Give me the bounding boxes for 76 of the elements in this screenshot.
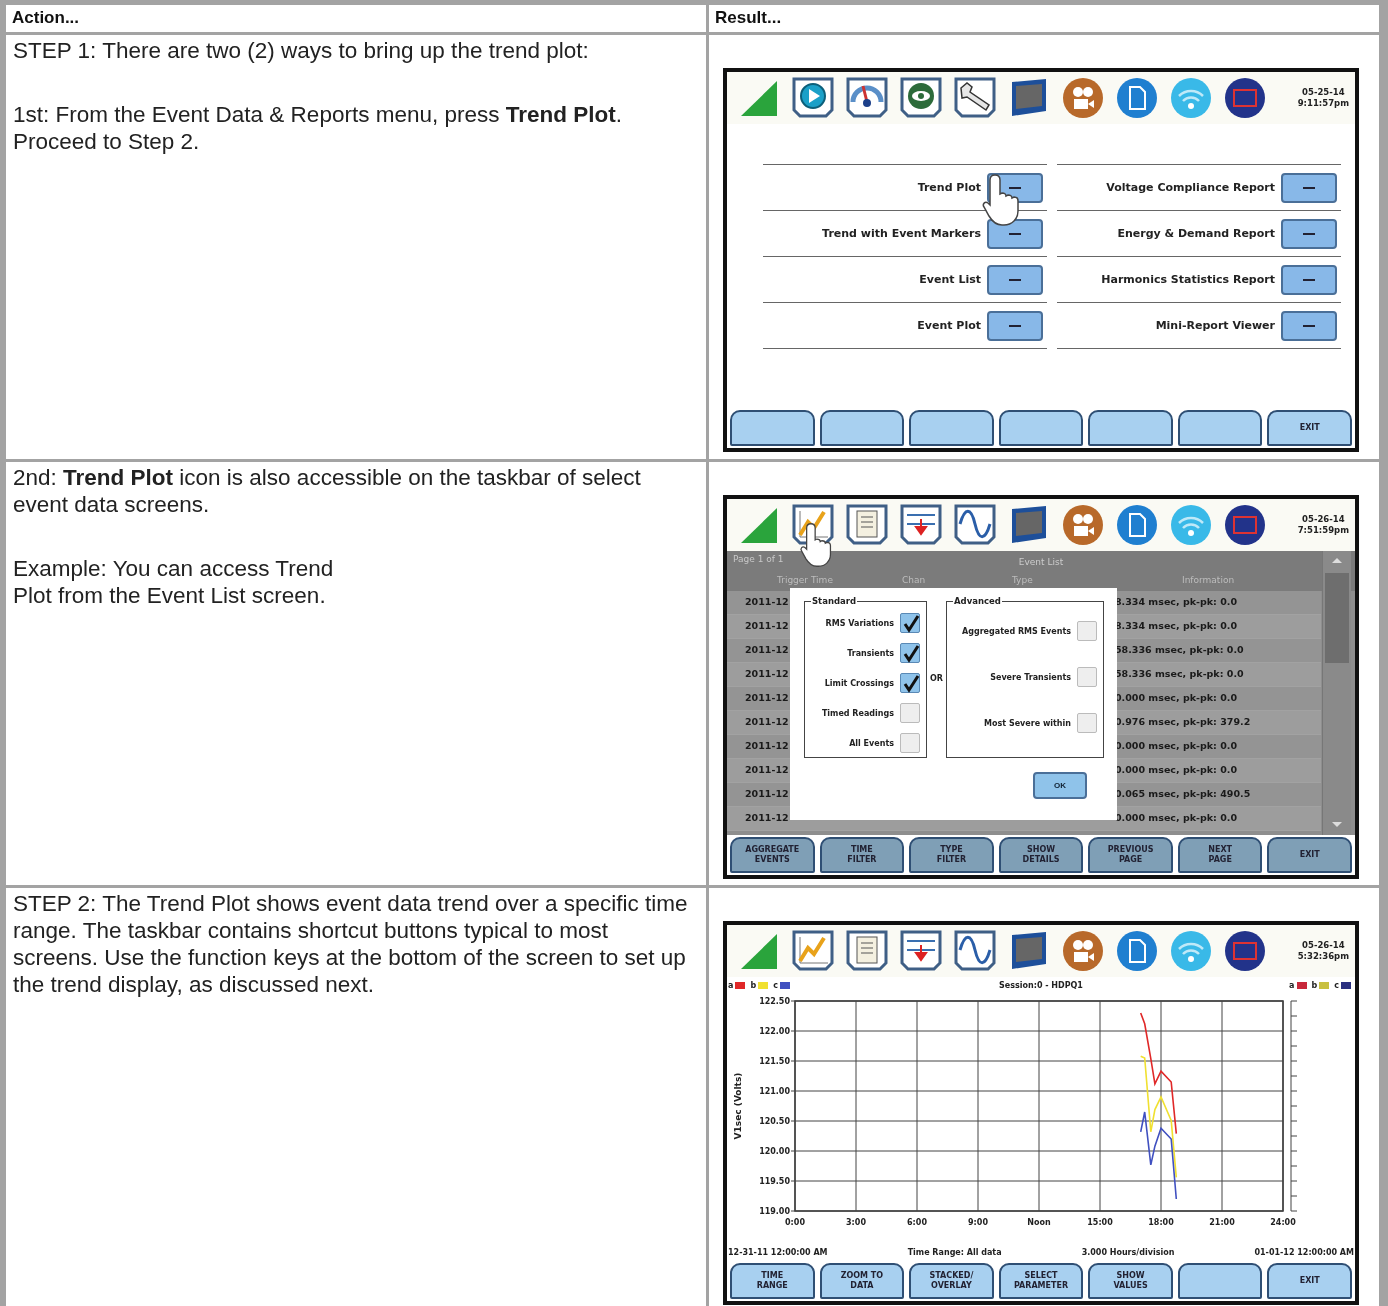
x-tick-label: 9:00: [968, 1218, 988, 1227]
option-label: Severe Transients: [990, 672, 1071, 682]
range-info: 12-31-11 12:00:00 AM: [728, 1247, 828, 1257]
legend-label: b: [750, 980, 757, 990]
trigger-time: 2011-12: [745, 740, 789, 751]
group-title: Standard: [811, 596, 858, 606]
menu-label: Trend Plot: [917, 181, 981, 194]
trigger-time: 2011-12: [745, 620, 789, 631]
trigger-time: 2011-12: [745, 764, 789, 775]
x-tick-label: 3:00: [846, 1218, 866, 1227]
x-tick-label: 6:00: [907, 1218, 927, 1227]
legend-label: c: [773, 980, 778, 990]
menu-label: Event List: [919, 273, 981, 286]
instruction-text: STEP 1: There are two (2) ways to bring up the trend plot:: [13, 37, 590, 64]
instruction-text: STEP 2: The Trend Plot shows event data trend over a specific time range. The taskbar contains shortcut buttons typical to most screens. Use the function keys at the bottom of the screen to set up the trend display, as discussed next.: [13, 890, 689, 998]
option-label: Limit Crossings: [824, 678, 894, 688]
trigger-time: 2011-12: [745, 692, 789, 703]
y-tick-label: 120.50: [759, 1117, 790, 1126]
trigger-time: 2011-12: [745, 812, 789, 823]
trigger-time: 2011-12: [745, 716, 789, 727]
menu-label: Voltage Compliance Report: [1106, 181, 1275, 194]
y-tick-label: 122.50: [759, 997, 790, 1006]
x-tick-label: 15:00: [1087, 1218, 1113, 1227]
legend-label: c: [1334, 980, 1339, 990]
option-label: RMS Variations: [825, 618, 894, 628]
range-info: 01-01-12 12:00:00 AM: [1254, 1247, 1354, 1257]
list-column-header: Trigger Time: [777, 575, 833, 585]
or-label: OR: [930, 674, 943, 683]
legend-label: b: [1311, 980, 1318, 990]
y-tick-label: 119.00: [759, 1207, 790, 1216]
instruction-text: 2nd: Trend Plot icon is also accessible on the taskbar of select event data screens.: [13, 464, 642, 518]
trigger-time: 2011-12: [745, 596, 789, 607]
group-title: Advanced: [953, 596, 1002, 606]
trigger-time: 2011-12: [745, 788, 789, 799]
menu-label: Energy & Demand Report: [1117, 227, 1275, 240]
y-tick-label: 122.00: [759, 1027, 790, 1036]
event-info: 58.336 msec, pk-pk: 0.0: [1115, 644, 1244, 655]
x-tick-label: 0:00: [785, 1218, 805, 1227]
instruction-text: 1st: From the Event Data & Reports menu, press Trend Plot. Proceed to Step 2.: [13, 101, 623, 155]
menu-label: Event Plot: [917, 319, 981, 332]
list-column-header: Information: [1182, 575, 1235, 585]
date-time: 05-26-14 7:51:59pm: [1297, 514, 1349, 536]
list-title: Event List: [1018, 557, 1064, 567]
x-tick-label: 18:00: [1148, 1218, 1174, 1227]
menu-label: Mini-Report Viewer: [1155, 319, 1275, 332]
date-time: 05-25-14 9:11:57pm: [1297, 87, 1349, 109]
y-tick-label: 121.00: [759, 1087, 790, 1096]
range-info: Time Range: All data: [907, 1247, 1002, 1257]
y-axis-label: V1sec (Volts): [733, 1072, 743, 1140]
x-tick-label: 24:00: [1270, 1218, 1296, 1227]
page-indicator: Page 1 of 1: [733, 554, 784, 564]
option-label: Transients: [847, 648, 894, 658]
column-header: Result...: [709, 5, 1379, 32]
event-info: 58.336 msec, pk-pk: 0.0: [1115, 668, 1244, 679]
trigger-time: 2011-12: [745, 644, 789, 655]
trigger-time: 2011-12: [745, 668, 789, 679]
column-header: Action...: [6, 5, 706, 32]
y-tick-label: 120.00: [759, 1147, 790, 1156]
legend-label: a: [1289, 980, 1295, 990]
x-tick-label: Noon: [1027, 1218, 1051, 1227]
y-tick-label: 119.50: [759, 1177, 790, 1186]
x-tick-label: 21:00: [1209, 1218, 1235, 1227]
instruction-text: Example: You can access Trend Plot from the Event List screen.: [13, 555, 335, 609]
option-label: Timed Readings: [821, 708, 894, 718]
y-tick-label: 121.50: [759, 1057, 790, 1066]
chart-title: Session:0 - HDPQ1: [999, 980, 1083, 990]
legend-label: a: [728, 980, 734, 990]
date-time: 05-26-14 5:32:36pm: [1297, 940, 1349, 962]
option-label: All Events: [849, 738, 894, 748]
range-info: 3.000 Hours/division: [1081, 1247, 1175, 1257]
list-column-header: Type: [1012, 575, 1033, 585]
menu-label: Trend with Event Markers: [822, 227, 981, 240]
option-label: Most Severe within: [984, 718, 1071, 728]
list-column-header: Chan: [902, 575, 926, 585]
menu-label: Harmonics Statistics Report: [1101, 273, 1275, 286]
option-label: Aggregated RMS Events: [962, 626, 1071, 636]
